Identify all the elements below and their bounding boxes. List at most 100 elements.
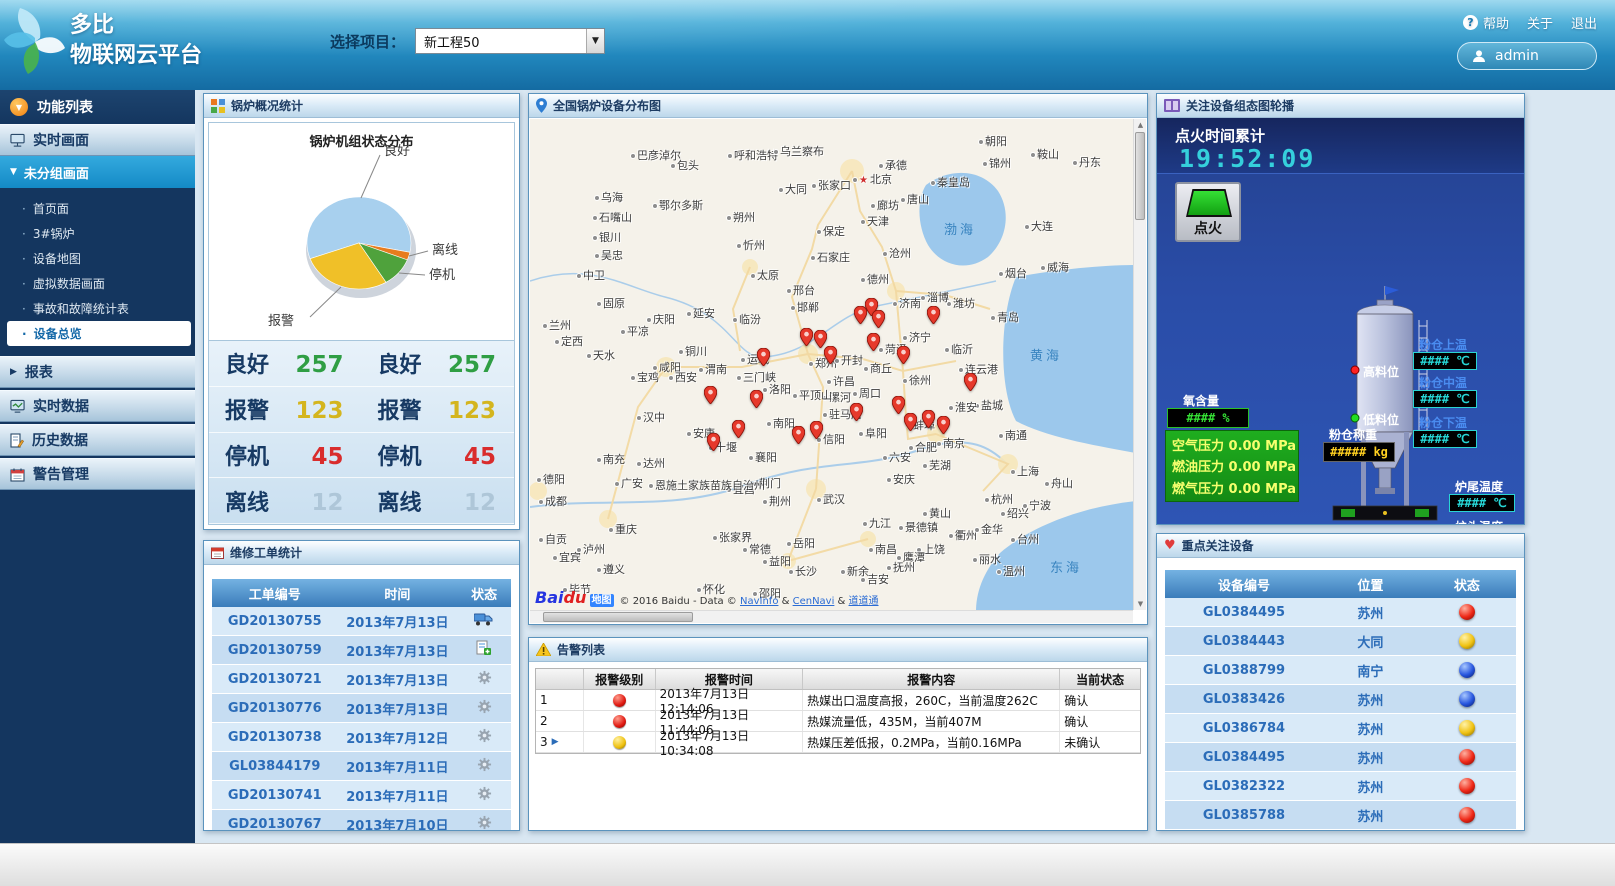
map-horizontal-scrollbar[interactable] (530, 610, 1133, 623)
map-marker-pin[interactable] (872, 310, 885, 328)
gear-status-icon[interactable] (477, 728, 492, 747)
workorder-row[interactable]: GD201307212013年7月13日 (212, 665, 511, 694)
map-attribution-link[interactable]: CenNavi (793, 596, 835, 607)
map-city-label: 南京 (936, 435, 965, 451)
alert-row[interactable]: 3▶2013年7月13日 10:34:08热媒压差低报，0.2MPa，当前0.1… (536, 732, 1140, 753)
map-marker-pin[interactable] (904, 413, 917, 431)
device-row[interactable]: GL0383426苏州 (1165, 685, 1516, 714)
map-marker-pin[interactable] (707, 433, 720, 451)
map-hscroll-thumb[interactable] (543, 612, 693, 622)
map-marker-pin[interactable] (810, 421, 823, 439)
user-badge[interactable]: admin (1457, 42, 1597, 70)
gear-status-icon[interactable] (477, 670, 492, 689)
logout-link[interactable]: 退出 (1571, 13, 1597, 32)
map-city-label: 锦州 (982, 155, 1011, 171)
workorder-row[interactable]: GD201307412013年7月11日 (212, 781, 511, 810)
map-attribution: Baidu 地图 © 2016 Baidu - Data © NavInfo &… (535, 588, 879, 607)
workorder-row[interactable]: GD201307762013年7月13日 (212, 694, 511, 723)
map-marker-pin[interactable] (850, 403, 863, 421)
sidebar-subitem[interactable]: ·事故和故障统计表 (0, 296, 195, 321)
device-row[interactable]: GL0382322苏州 (1165, 772, 1516, 801)
sidebar-item-ungrouped-screens[interactable]: ▼ 未分组画面 (0, 156, 195, 188)
expand-row-icon[interactable]: ▶ (552, 737, 559, 747)
sidebar-item-realtime-screen[interactable]: 实时画面 (0, 124, 195, 156)
alerts-panel: 告警列表 报警级别报警时间报警内容当前状态 12013年7月13日 12:14:… (528, 637, 1148, 831)
sidebar-subitem[interactable]: ·首页面 (0, 196, 195, 221)
sidebar-subitem[interactable]: ·设备地图 (0, 246, 195, 271)
stats-grid-icon (211, 99, 225, 113)
scroll-up-icon[interactable]: ▲ (1134, 121, 1147, 129)
app-header: 多比 物联网云平台 选择项目： 新工程50 ▼ ? 帮助 关于 退出 admi (0, 0, 1615, 90)
map-city-label: 石嘴山 (592, 209, 632, 225)
project-select[interactable]: 新工程50 ▼ (415, 28, 605, 54)
sidebar-item-alert-management[interactable]: 警告管理 (0, 458, 195, 490)
devices-panel-header: ♥ 重点关注设备 (1157, 534, 1524, 558)
map-marker-pin[interactable] (757, 348, 770, 366)
gear-status-icon[interactable] (477, 699, 492, 718)
chevron-down-icon: ▼ (10, 167, 17, 177)
map-attribution-link[interactable]: NavInfo (740, 596, 778, 607)
map-attribution-link[interactable]: 道道通 (849, 596, 879, 607)
map-marker-pin[interactable] (867, 333, 880, 351)
workorder-row[interactable]: GL038441792013年7月11日 (212, 752, 511, 781)
gear-status-icon[interactable] (477, 786, 492, 805)
device-row[interactable]: GL0384443大同 (1165, 627, 1516, 656)
map-marker-pin[interactable] (897, 346, 910, 364)
map-city-label: 大同 (778, 181, 807, 197)
device-row[interactable]: GL0384495苏州 (1165, 743, 1516, 772)
sidebar-subitem[interactable]: ·虚拟数据画面 (0, 271, 195, 296)
map-marker-pin[interactable] (792, 426, 805, 444)
alert-row[interactable]: 22013年7月13日 11:44:06热媒流量低，435M，当前407M确认 (536, 711, 1140, 732)
map-marker-pin[interactable] (800, 328, 813, 346)
device-row[interactable]: GL0388799南宁 (1165, 656, 1516, 685)
doc-status-icon[interactable] (476, 640, 492, 660)
map-marker-pin[interactable] (732, 420, 745, 438)
map-canvas[interactable]: 渤海黄海东海 呼和浩特包头巴彦淖尔鄂尔多斯乌兰察布大同张家口承德★北京廊坊天津唐… (530, 119, 1133, 610)
chevron-down-icon[interactable]: ▼ (586, 29, 604, 53)
workorder-panel-title: 维修工单统计 (230, 544, 302, 561)
truck-status-icon[interactable] (474, 612, 494, 630)
scroll-down-icon[interactable]: ▼ (1134, 600, 1147, 608)
map-vscroll-thumb[interactable] (1135, 132, 1145, 220)
boiler-pie-chart: 良好 离线 停机 报警 (209, 123, 514, 340)
map-city-label: 商丘 (863, 360, 892, 376)
map-city-label: 上海 (1010, 463, 1039, 479)
weight-label: 粉仓称重 (1329, 426, 1377, 443)
map-marker-pin[interactable] (750, 390, 763, 408)
map-marker-pin[interactable] (922, 410, 935, 428)
map-marker-pin[interactable] (927, 306, 940, 324)
device-row[interactable]: GL0384495苏州 (1165, 598, 1516, 627)
workorder-row[interactable]: GD201307672013年7月10日 (212, 810, 511, 830)
alert-row[interactable]: 12013年7月13日 12:14:06热媒出口温度高报，260C，当前温度26… (536, 690, 1140, 711)
map-city-label: 德阳 (536, 471, 565, 487)
alert-level-dot (613, 694, 626, 707)
alerts-panel-title: 告警列表 (557, 641, 605, 658)
map-marker-pin[interactable] (892, 396, 905, 414)
device-row[interactable]: GL0385788苏州 (1165, 801, 1516, 830)
map-city-label: 台州 (1010, 531, 1039, 547)
workorder-row[interactable]: GD201307552013年7月13日 (212, 607, 511, 636)
ignition-button[interactable]: 点火 (1175, 182, 1241, 242)
device-row[interactable]: GL0386784苏州 (1165, 714, 1516, 743)
about-link[interactable]: 关于 (1527, 13, 1553, 32)
sidebar-subitem[interactable]: ·设备总览 (7, 321, 191, 346)
map-city-label: 新余 (840, 563, 869, 579)
map-city-label: 邯郸 (790, 299, 819, 315)
workorder-row[interactable]: GD201307382013年7月12日 (212, 723, 511, 752)
workorder-row[interactable]: GD201307592013年7月13日 (212, 636, 511, 665)
map-marker-pin[interactable] (964, 373, 977, 391)
sidebar-subitem[interactable]: ·3#锅炉 (0, 221, 195, 246)
gear-status-icon[interactable] (477, 757, 492, 776)
map-vertical-scrollbar[interactable]: ▲ ▼ (1133, 119, 1146, 610)
map-marker-pin[interactable] (937, 416, 950, 434)
sidebar-item-realtime-data[interactable]: 实时数据 (0, 390, 195, 422)
map-marker-pin[interactable] (704, 386, 717, 404)
powder-temp-label: 粉仓中温 (1419, 374, 1467, 391)
map-marker-pin[interactable] (854, 306, 867, 324)
sidebar-item-history-data[interactable]: 历史数据 (0, 424, 195, 456)
pie-slices (307, 197, 411, 289)
gear-status-icon[interactable] (477, 815, 492, 831)
help-link[interactable]: ? 帮助 (1463, 13, 1509, 32)
sidebar-item-reports[interactable]: ▶ 报表 (0, 356, 195, 388)
map-marker-pin[interactable] (824, 346, 837, 364)
